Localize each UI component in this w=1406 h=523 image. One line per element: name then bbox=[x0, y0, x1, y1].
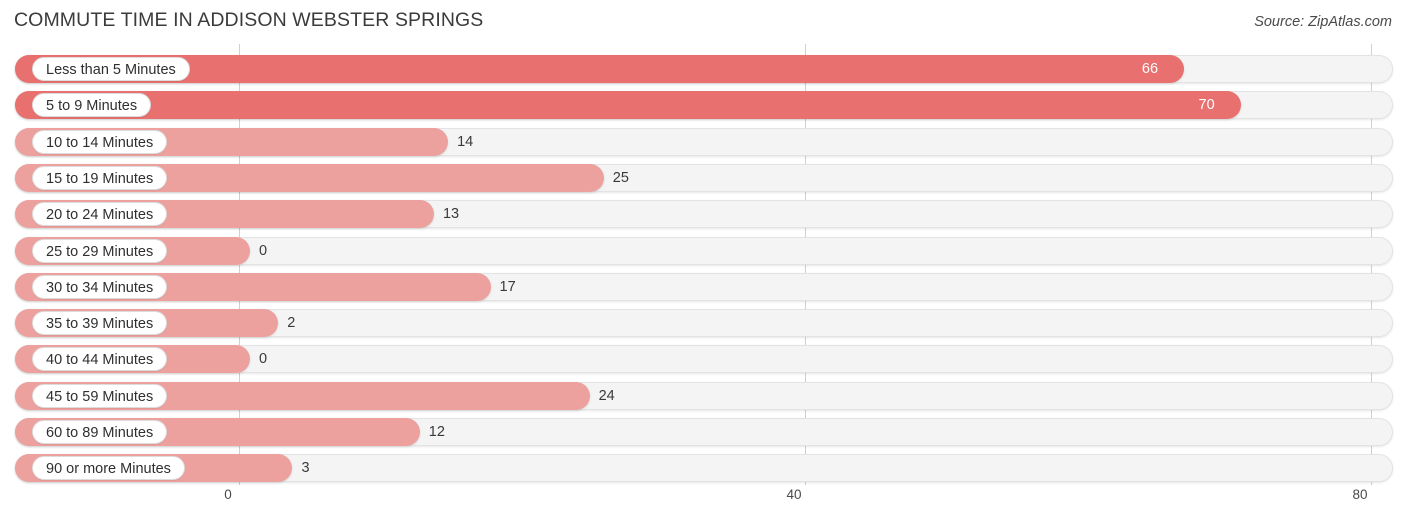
bar-row[interactable]: 5 to 9 Minutes 70 bbox=[15, 91, 1393, 120]
category-label: 30 to 34 Minutes bbox=[32, 274, 168, 299]
bar-row[interactable]: 90 or more Minutes 3 bbox=[15, 454, 1393, 483]
bar-value-label: 2 bbox=[287, 315, 296, 332]
category-label: 20 to 24 Minutes bbox=[32, 202, 168, 227]
bar-row[interactable]: 10 to 14 Minutes 14 bbox=[15, 127, 1393, 156]
bar-value-label: 13 bbox=[442, 206, 460, 223]
category-label: 10 to 14 Minutes bbox=[32, 129, 168, 154]
bar-value-label: 0 bbox=[259, 351, 268, 368]
bar-value-label: 70 bbox=[1198, 97, 1215, 114]
category-label: 60 to 89 Minutes bbox=[32, 420, 168, 444]
bar-value-label: 0 bbox=[259, 242, 268, 259]
bar-fill bbox=[15, 55, 1184, 83]
page-title: COMMUTE TIME IN ADDISON WEBSTER SPRINGS bbox=[14, 9, 484, 31]
category-label: 5 to 9 Minutes bbox=[32, 93, 152, 118]
bar-value-label: 3 bbox=[301, 460, 310, 477]
category-label: 25 to 29 Minutes bbox=[32, 238, 168, 263]
source-attribution: Source: ZipAtlas.com bbox=[1254, 14, 1392, 30]
bar-row[interactable]: 45 to 59 Minutes 24 bbox=[15, 381, 1393, 410]
category-label: Less than 5 Minutes bbox=[32, 57, 190, 81]
bar-row[interactable]: 60 to 89 Minutes 12 bbox=[15, 418, 1393, 446]
x-tick-label-80: 80 bbox=[1352, 487, 1368, 502]
x-tick-label-0: 0 bbox=[224, 487, 232, 502]
bar-value-label: 24 bbox=[598, 387, 615, 404]
category-label: 15 to 19 Minutes bbox=[32, 165, 168, 190]
category-label: 40 to 44 Minutes bbox=[32, 347, 168, 372]
bar-value-label: 14 bbox=[457, 133, 474, 150]
bar-fill bbox=[15, 91, 1241, 120]
bar-row[interactable]: 35 to 39 Minutes 2 bbox=[15, 309, 1393, 338]
bar-row[interactable]: 20 to 24 Minutes 13 bbox=[15, 200, 1393, 229]
bar-row[interactable]: Less than 5 Minutes 66 bbox=[15, 55, 1393, 83]
x-axis: 0 40 80 bbox=[0, 485, 1406, 523]
bar-value-label: 66 bbox=[1141, 61, 1159, 77]
x-tick-label-40: 40 bbox=[786, 487, 802, 502]
bar-rows: Less than 5 Minutes 66 5 to 9 Minutes 70 10 … bbox=[0, 44, 1406, 485]
bar-row[interactable]: 25 to 29 Minutes 0 bbox=[15, 236, 1393, 265]
category-label: 45 to 59 Minutes bbox=[32, 383, 168, 408]
bar-row[interactable]: 40 to 44 Minutes 0 bbox=[15, 345, 1393, 374]
bar-value-label: 17 bbox=[499, 278, 516, 295]
chart-header: COMMUTE TIME IN ADDISON WEBSTER SPRINGS … bbox=[0, 0, 1406, 44]
category-label: 90 or more Minutes bbox=[32, 456, 185, 481]
bar-value-label: 25 bbox=[612, 169, 629, 186]
bar-row[interactable]: 15 to 19 Minutes 25 bbox=[15, 163, 1393, 192]
category-label: 35 to 39 Minutes bbox=[32, 311, 168, 336]
bar-value-label: 12 bbox=[428, 424, 445, 440]
chart-plot-area: Less than 5 Minutes 66 5 to 9 Minutes 70 10 … bbox=[0, 44, 1406, 485]
bar-row[interactable]: 30 to 34 Minutes 17 bbox=[15, 272, 1393, 301]
